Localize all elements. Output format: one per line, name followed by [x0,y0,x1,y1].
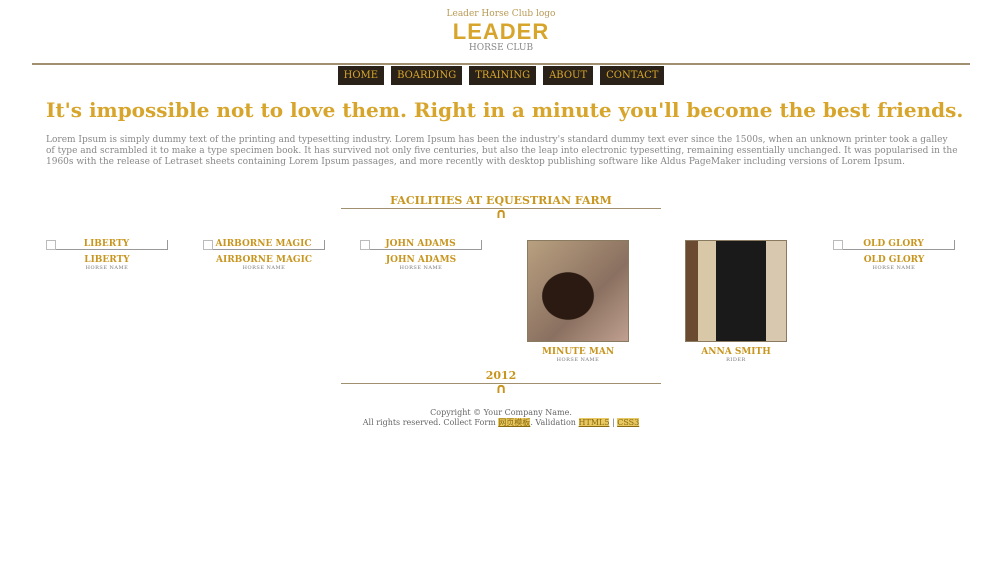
broken-image: OLD GLORY [833,240,955,250]
nav-training[interactable]: TRAINING [469,66,537,85]
card-role: HORSE NAME [872,265,916,271]
card-role: HORSE NAME [242,265,286,271]
card-minute-man[interactable]: MINUTE MAN HORSE NAME [517,240,639,363]
copyright: Copyright © Your Company Name. [430,408,572,417]
rights-text: All rights reserved. Collect Form [362,418,496,427]
brand-subtitle: HORSE CLUB [468,43,534,53]
card-name: OLD GLORY [863,255,925,265]
year-header: 2012 ∩ [341,369,661,397]
broken-image: LIBERTY [46,240,168,250]
card-name: MINUTE MAN [541,347,615,357]
card-airborne-magic[interactable]: AIRBORNE MAGIC AIRBORNE MAGIC HORSE NAME [203,240,325,271]
card-name: LIBERTY [84,255,130,265]
card-role: HORSE NAME [556,357,600,363]
card-name: ANNA SMITH [701,347,771,357]
horse-photo [527,240,629,342]
html5-link[interactable]: HTML5 [578,418,610,427]
horseshoe-icon: ∩ [495,381,507,397]
section-header: FACILITIES AT EQUESTRIAN FARM ∩ [341,194,661,222]
logo-image[interactable]: Leader Horse Club logo [0,9,1002,19]
broken-image: AIRBORNE MAGIC [203,240,325,250]
card-name: JOHN ADAMS [385,255,457,265]
card-liberty[interactable]: LIBERTY LIBERTY HORSE NAME [46,240,168,271]
card-role: RIDER [726,357,746,363]
broken-image: JOHN ADAMS [360,240,482,250]
rider-photo [685,240,787,342]
horseshoe-icon: ∩ [495,206,507,222]
card-role: HORSE NAME [85,265,129,271]
footer: Copyright © Your Company Name. All right… [0,408,1002,428]
nav-home[interactable]: HOME [337,66,385,85]
template-link[interactable]: 网页模板 [498,418,531,427]
card-name: AIRBORNE MAGIC [216,255,312,265]
card-old-glory[interactable]: OLD GLORY OLD GLORY HORSE NAME [833,240,955,271]
nav-contact[interactable]: CONTACT [600,66,665,85]
card-john-adams[interactable]: JOHN ADAMS JOHN ADAMS HORSE NAME [360,240,482,271]
main-nav: HOME BOARDING TRAINING ABOUT CONTACT [0,66,1002,85]
brand-name: LEADER [452,19,550,44]
nav-boarding[interactable]: BOARDING [391,66,463,85]
header-divider [32,63,970,65]
card-role: HORSE NAME [399,265,443,271]
card-anna-smith[interactable]: ANNA SMITH RIDER [675,240,797,363]
css3-link[interactable]: CSS3 [617,418,640,427]
nav-about[interactable]: ABOUT [543,66,594,85]
intro-text: Lorem Ipsum is simply dummy text of the … [46,135,958,167]
page-headline: It's impossible not to love them. Right … [46,98,964,122]
validation-label: . Validation [530,418,576,427]
